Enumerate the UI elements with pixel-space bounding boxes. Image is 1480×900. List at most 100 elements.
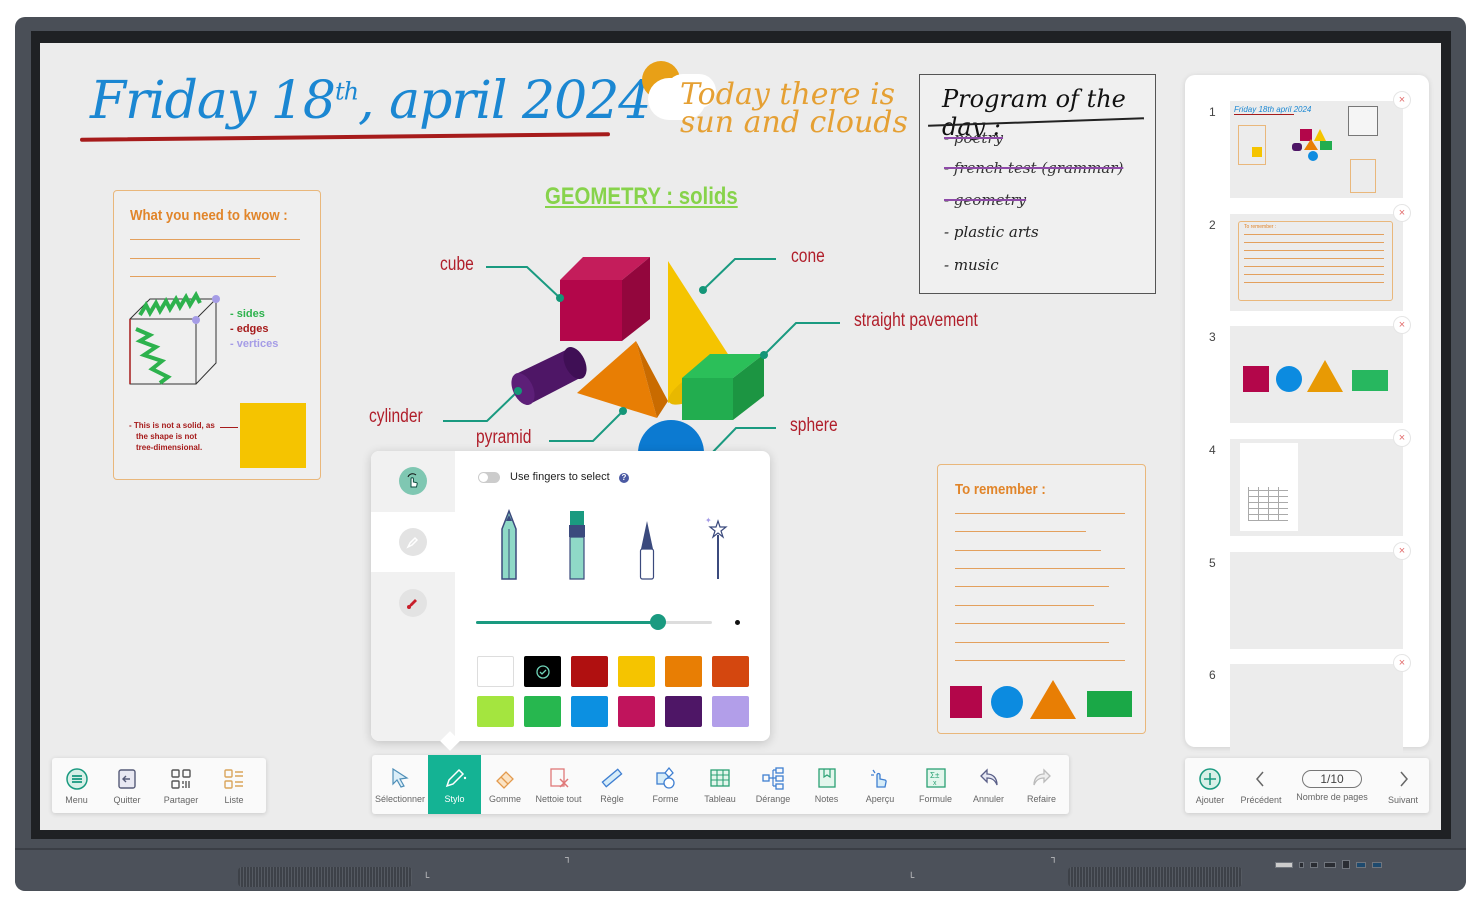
sides-label: - sides bbox=[230, 308, 265, 320]
popup-mode-sidebar bbox=[371, 451, 455, 741]
color-swatch[interactable] bbox=[712, 696, 749, 727]
svg-text:Σ±: Σ± bbox=[930, 771, 940, 780]
know-card-title: What you need to kwow : bbox=[130, 207, 288, 224]
page-thumbnail[interactable] bbox=[1230, 326, 1403, 423]
hand-touch-icon bbox=[399, 467, 427, 495]
delete-page-button[interactable]: × bbox=[1393, 204, 1411, 222]
undo-icon bbox=[979, 767, 998, 785]
page-item[interactable]: 6 × bbox=[1185, 654, 1429, 768]
page-item[interactable]: 5 × bbox=[1185, 542, 1429, 656]
rectangle-shape bbox=[1087, 691, 1132, 717]
tool-select-arrow[interactable]: Sélectionner bbox=[372, 755, 428, 814]
tool-ruler[interactable]: Règle bbox=[588, 755, 636, 814]
color-swatch[interactable] bbox=[477, 696, 514, 727]
cube-drawing bbox=[129, 291, 220, 385]
page-thumbnail[interactable]: To remember : bbox=[1230, 214, 1403, 311]
tool-table[interactable]: Tableau bbox=[695, 755, 745, 814]
tool-label: Dérange bbox=[755, 793, 791, 804]
delete-page-button[interactable]: × bbox=[1393, 316, 1411, 334]
pen-mode-icon bbox=[399, 528, 427, 556]
page-thumbnail[interactable] bbox=[1230, 439, 1403, 536]
mode-tab-highlighter[interactable] bbox=[371, 573, 455, 633]
page-number: 1 bbox=[1209, 105, 1216, 119]
tool-clear-all[interactable]: Nettoie tout bbox=[529, 755, 588, 814]
page-counter-label: Nombre de pages bbox=[1296, 791, 1368, 802]
color-swatch[interactable] bbox=[477, 656, 514, 687]
brush-icon[interactable] bbox=[639, 509, 655, 581]
highlighter-mode-icon bbox=[399, 589, 427, 617]
delete-page-button[interactable]: × bbox=[1393, 429, 1411, 447]
color-swatch[interactable] bbox=[571, 656, 608, 687]
not-solid-note: - This is not a solid, as the shape is n… bbox=[129, 421, 215, 452]
color-swatch[interactable] bbox=[618, 656, 655, 687]
svg-text:x: x bbox=[933, 780, 937, 787]
menu-button[interactable]: Menu bbox=[52, 758, 101, 813]
label-cone: cone bbox=[791, 246, 825, 267]
notes-icon bbox=[817, 767, 836, 788]
tool-notes[interactable]: Notes bbox=[801, 755, 852, 814]
shapes-icon bbox=[655, 766, 675, 789]
pyramid-leader bbox=[549, 410, 624, 442]
color-swatch[interactable] bbox=[712, 656, 749, 687]
slider-fill bbox=[476, 621, 658, 624]
color-swatch[interactable] bbox=[524, 696, 561, 727]
page-thumbnail[interactable]: Friday 18th april 2024 bbox=[1230, 101, 1403, 198]
redo-icon bbox=[1032, 767, 1051, 785]
corner-mark: ┐ bbox=[1051, 852, 1058, 862]
previous-page-button[interactable]: Précédent bbox=[1235, 758, 1287, 813]
share-button[interactable]: Partager bbox=[153, 758, 209, 813]
label-pyramid: pyramid bbox=[476, 427, 532, 448]
tool-redo[interactable]: Refaire bbox=[1014, 755, 1069, 814]
tool-formula[interactable]: Σ± x Formule bbox=[908, 755, 963, 814]
page-counter[interactable]: 1/10 Nombre de pages bbox=[1287, 758, 1377, 813]
page-item[interactable]: 4 × bbox=[1185, 429, 1429, 543]
triangle-shape bbox=[1030, 680, 1076, 719]
list-icon bbox=[224, 768, 243, 789]
next-page-button[interactable]: Suivant bbox=[1377, 758, 1429, 813]
page-item[interactable]: 1 Friday 18th april 2024 × bbox=[1185, 91, 1429, 205]
quit-button[interactable]: Quitter bbox=[101, 758, 153, 813]
left-toolbar: Menu Quitter Partager Liste bbox=[52, 758, 266, 813]
mode-tab-pen[interactable] bbox=[371, 512, 455, 572]
color-palette bbox=[477, 656, 749, 727]
delete-page-button[interactable]: × bbox=[1393, 542, 1411, 560]
color-swatch[interactable] bbox=[571, 696, 608, 727]
tool-eraser[interactable]: Gomme bbox=[481, 755, 529, 814]
help-icon[interactable]: ? bbox=[619, 473, 629, 483]
tool-label: Règle bbox=[600, 793, 624, 804]
previous-label: Précédent bbox=[1240, 794, 1282, 805]
add-page-button[interactable]: Ajouter bbox=[1185, 758, 1235, 813]
tool-preview-touch[interactable]: Aperçu bbox=[852, 755, 908, 814]
tool-shapes[interactable]: Forme bbox=[636, 755, 695, 814]
whiteboard-canvas[interactable]: Friday 18th, april 2024 Today there is s… bbox=[40, 43, 1441, 830]
color-swatch[interactable] bbox=[665, 696, 702, 727]
delete-page-button[interactable]: × bbox=[1393, 654, 1411, 672]
list-button[interactable]: Liste bbox=[209, 758, 259, 813]
page-item[interactable]: 2 To remember : × bbox=[1185, 204, 1429, 318]
tool-label: Aperçu bbox=[865, 793, 895, 804]
thickness-slider[interactable] bbox=[476, 614, 712, 630]
tool-mindmap[interactable]: Dérange bbox=[745, 755, 801, 814]
delete-page-button[interactable]: × bbox=[1393, 91, 1411, 109]
page-thumbnail[interactable] bbox=[1230, 664, 1403, 761]
page-number: 2 bbox=[1209, 218, 1216, 232]
mode-tab-touch[interactable] bbox=[371, 451, 455, 511]
tool-pen[interactable]: Stylo bbox=[428, 755, 481, 814]
slider-handle[interactable] bbox=[649, 614, 666, 630]
page-item[interactable]: 3 × bbox=[1185, 316, 1429, 430]
eraser-icon bbox=[496, 770, 514, 789]
tool-undo[interactable]: Annuler bbox=[963, 755, 1014, 814]
color-swatch[interactable] bbox=[665, 656, 702, 687]
marker-icon[interactable] bbox=[568, 509, 586, 581]
color-swatch[interactable] bbox=[524, 656, 561, 687]
corner-mark: └ bbox=[908, 872, 915, 882]
color-swatch[interactable] bbox=[618, 696, 655, 727]
pencil-icon[interactable] bbox=[499, 509, 519, 581]
speaker-right bbox=[1068, 867, 1242, 887]
use-fingers-label: Use fingers to select bbox=[510, 471, 610, 483]
yellow-square bbox=[240, 403, 306, 468]
use-fingers-toggle[interactable] bbox=[478, 472, 500, 483]
page-thumbnail[interactable] bbox=[1230, 552, 1403, 649]
magic-wand-icon[interactable]: ✦ bbox=[704, 509, 732, 581]
tool-label: Notes bbox=[814, 793, 839, 804]
